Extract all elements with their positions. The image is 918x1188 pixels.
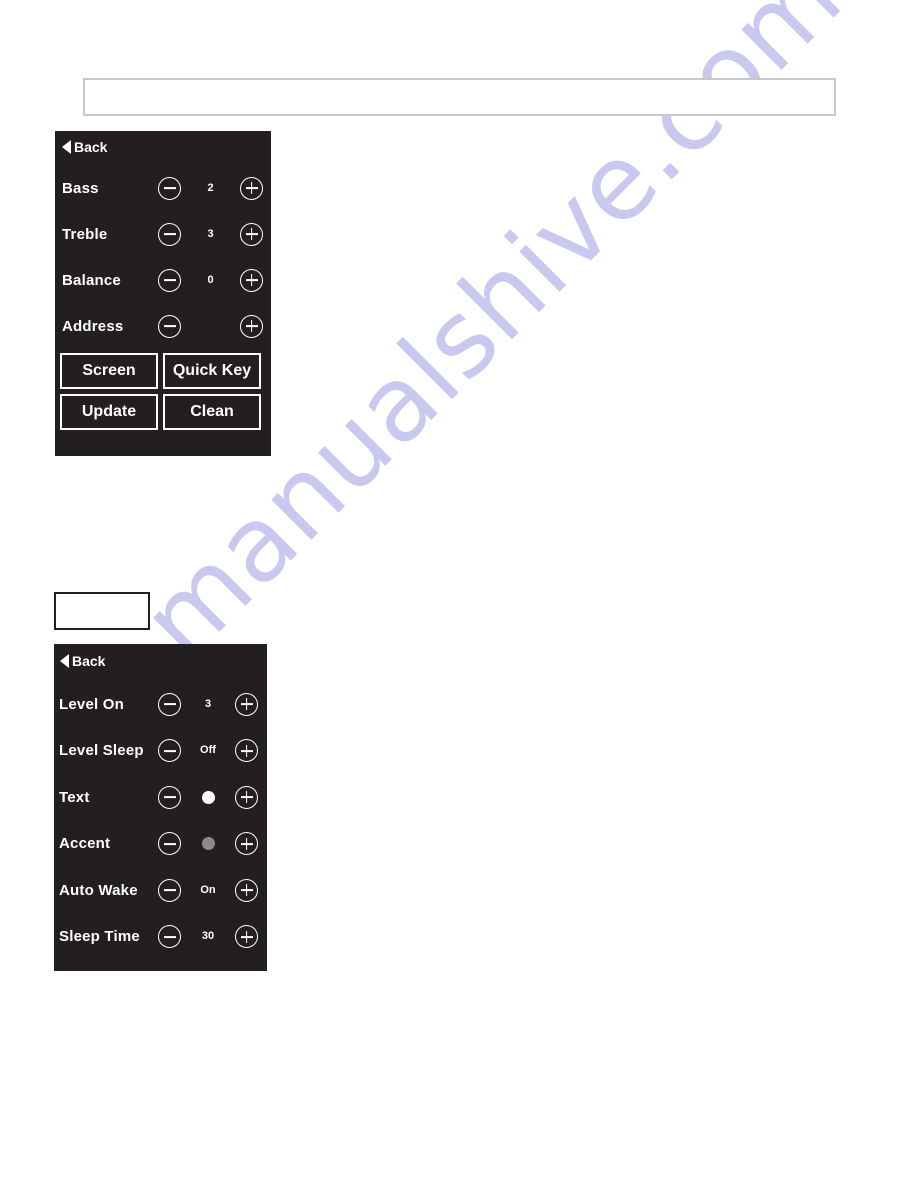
audio-settings-rows: Bass 2 Treble 3 Balance 0 Address [55,165,271,349]
audio-action-button-grid: Screen Quick Key Update Clean [60,353,266,430]
plus-circle-icon[interactable] [235,692,258,716]
minus-circle-icon[interactable] [158,314,181,338]
update-button[interactable]: Update [60,394,158,430]
plus-circle-icon[interactable] [235,925,258,949]
plus-circle-icon[interactable] [235,785,258,809]
setting-value-level-sleep: Off [200,744,216,757]
minus-circle-icon[interactable] [158,222,181,246]
stepper-address [158,314,263,338]
minus-circle-icon[interactable] [158,878,181,902]
plus-circle-icon[interactable] [240,222,263,246]
setting-label-treble: Treble [62,225,108,243]
setting-label-text: Text [59,788,90,806]
back-triangle-icon [60,654,69,668]
plus-circle-icon[interactable] [240,268,263,292]
minus-circle-icon[interactable] [158,692,181,716]
plus-circle-icon[interactable] [235,739,258,763]
clean-button[interactable]: Clean [163,394,261,430]
stepper-auto-wake: On [158,878,258,902]
minus-circle-icon[interactable] [158,268,181,292]
back-button-label: Back [74,139,108,155]
setting-row-text: Text [54,774,267,821]
setting-row-auto-wake: Auto Wake On [54,867,267,914]
setting-row-balance: Balance 0 [55,257,271,303]
screen-button[interactable]: Screen [60,353,158,389]
setting-label-balance: Balance [62,271,121,289]
setting-row-bass: Bass 2 [55,165,271,211]
display-settings-rows: Level On 3 Level Sleep Off Text Accent A… [54,681,267,960]
setting-label-address: Address [62,317,124,335]
minus-circle-icon[interactable] [158,925,181,949]
setting-value-text [181,790,235,804]
minus-circle-icon[interactable] [158,739,181,763]
setting-row-level-sleep: Level Sleep Off [54,728,267,775]
accent-color-swatch [201,837,215,851]
display-settings-panel: Back Level On 3 Level Sleep Off Text Acc… [54,644,267,971]
setting-label-sleep-time: Sleep Time [59,928,140,946]
setting-value-sleep-time: 30 [201,930,215,943]
minus-circle-icon[interactable] [158,176,181,200]
plus-circle-icon[interactable] [240,176,263,200]
audio-settings-panel: Back Bass 2 Treble 3 Balance 0 Address S… [55,131,271,456]
quick-key-button[interactable]: Quick Key [163,353,261,389]
setting-value-auto-wake: On [200,883,216,896]
setting-row-address: Address [55,303,271,349]
setting-value-accent [181,837,235,851]
stepper-level-on: 3 [158,692,258,716]
plus-circle-icon[interactable] [235,832,258,856]
setting-value-level-on: 3 [204,697,212,710]
minus-circle-icon[interactable] [158,785,181,809]
setting-label-auto-wake: Auto Wake [59,881,138,899]
setting-label-bass: Bass [62,179,99,197]
stepper-sleep-time: 30 [158,925,258,949]
back-button-display[interactable]: Back [60,654,105,668]
back-triangle-icon [62,140,71,154]
setting-row-accent: Accent [54,821,267,868]
setting-label-level-sleep: Level Sleep [59,742,144,760]
setting-value-treble: 3 [207,227,214,240]
back-button-label: Back [72,653,106,669]
stepper-accent [158,832,258,856]
back-button-audio[interactable]: Back [62,140,107,154]
setting-row-sleep-time: Sleep Time 30 [54,914,267,961]
stepper-level-sleep: Off [158,739,258,763]
stepper-treble: 3 [158,222,263,246]
setting-row-level-on: Level On 3 [54,681,267,728]
stepper-balance: 0 [158,268,263,292]
stepper-bass: 2 [158,176,263,200]
plus-circle-icon[interactable] [235,878,258,902]
plus-circle-icon[interactable] [240,314,263,338]
mid-text-field[interactable] [54,592,150,630]
stepper-text [158,785,258,809]
setting-label-accent: Accent [59,835,111,853]
setting-row-treble: Treble 3 [55,211,271,257]
minus-circle-icon[interactable] [158,832,181,856]
top-text-field[interactable] [83,78,836,116]
setting-value-balance: 0 [207,273,214,286]
setting-label-level-on: Level On [59,695,124,713]
setting-value-bass: 2 [207,181,214,194]
text-color-swatch [201,790,215,804]
